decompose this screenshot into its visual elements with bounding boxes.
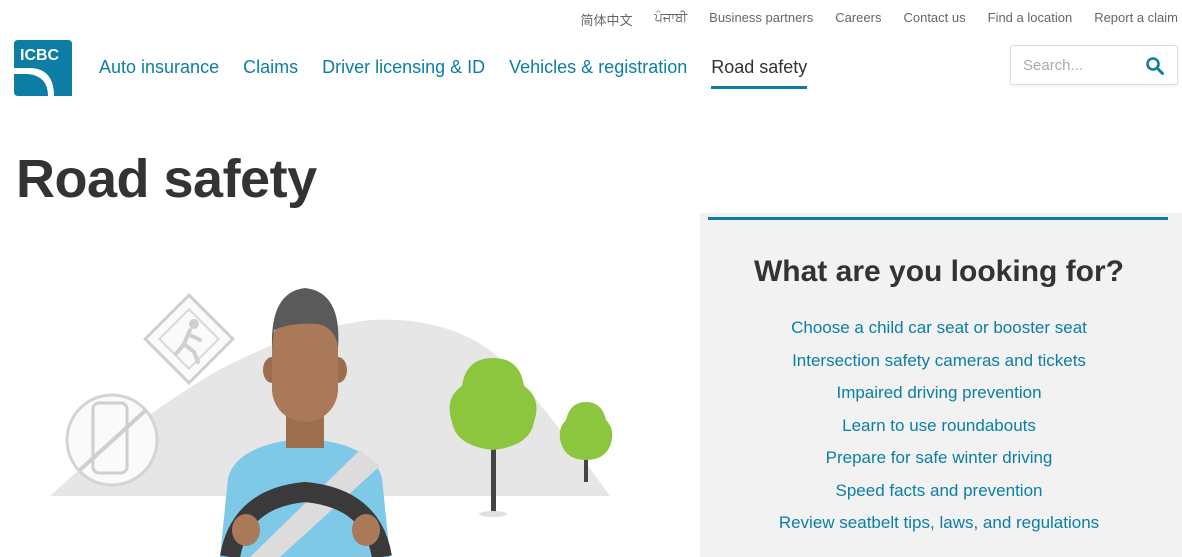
nav-claims[interactable]: Claims [243, 57, 298, 89]
panel-divider [708, 217, 1168, 220]
link-impaired-driving[interactable]: Impaired driving prevention [700, 382, 1178, 415]
lang-chinese-link[interactable]: 简体中文 [581, 10, 633, 29]
road-safety-illustration [50, 288, 613, 557]
main-nav: Auto insurance Claims Driver licensing &… [99, 57, 808, 89]
link-roundabouts[interactable]: Learn to use roundabouts [700, 415, 1178, 448]
nav-driver-licensing[interactable]: Driver licensing & ID [322, 57, 485, 89]
icbc-logo[interactable]: ICBC [14, 40, 72, 96]
search-icon[interactable] [1145, 56, 1165, 76]
nav-auto-insurance[interactable]: Auto insurance [99, 57, 219, 89]
logo-text: ICBC [20, 47, 60, 64]
link-winter-driving[interactable]: Prepare for safe winter driving [700, 447, 1178, 480]
link-seatbelt-tips[interactable]: Review seatbelt tips, laws, and regulati… [700, 512, 1178, 545]
utility-nav: 简体中文 ਪੰਜਾਬੀ Business partners Careers Co… [581, 10, 1178, 29]
tree-shadow [479, 511, 507, 517]
link-child-car-seat[interactable]: Choose a child car seat or booster seat [700, 317, 1178, 350]
search-box [1010, 45, 1178, 85]
looking-for-title: What are you looking for? [753, 255, 1124, 288]
link-speed-facts[interactable]: Speed facts and prevention [700, 480, 1178, 513]
looking-for-panel: What are you looking for? Choose a child… [700, 213, 1182, 557]
logo-shape-lower [14, 74, 48, 96]
contact-us-link[interactable]: Contact us [903, 10, 965, 29]
page-title: Road safety [16, 149, 317, 209]
find-location-link[interactable]: Find a location [988, 10, 1073, 29]
business-partners-link[interactable]: Business partners [709, 10, 813, 29]
report-claim-link[interactable]: Report a claim [1094, 10, 1178, 29]
link-intersection-cameras[interactable]: Intersection safety cameras and tickets [700, 350, 1178, 383]
careers-link[interactable]: Careers [835, 10, 881, 29]
nav-road-safety[interactable]: Road safety [711, 57, 808, 89]
search-input[interactable] [1023, 56, 1143, 74]
nav-vehicles-registration[interactable]: Vehicles & registration [509, 57, 687, 89]
no-phone-sign-icon [65, 393, 159, 487]
lang-punjabi-link[interactable]: ਪੰਜਾਬੀ [655, 10, 688, 29]
looking-for-links: Choose a child car seat or booster seat … [700, 317, 1178, 545]
